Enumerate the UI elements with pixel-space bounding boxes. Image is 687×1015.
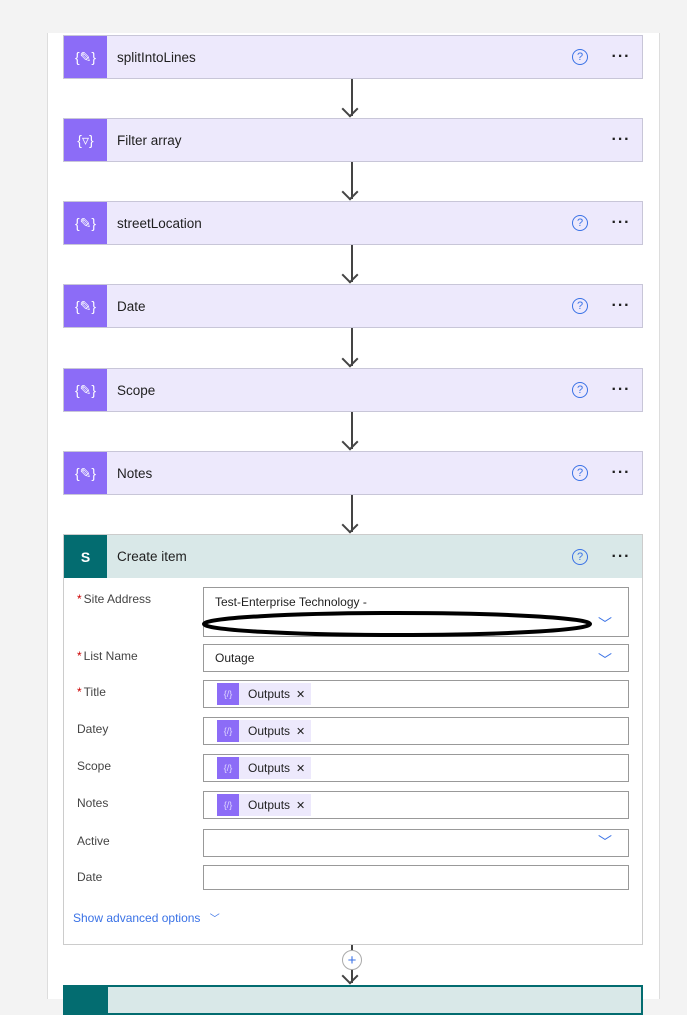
create-item-card: S Create item ? ··· * Site Address Test-E… <box>63 534 643 945</box>
compose-icon: {✎} <box>64 369 107 411</box>
create-item-header[interactable]: S Create item ? ··· <box>64 535 642 578</box>
step-card[interactable]: {✎} Scope ? ··· <box>63 368 643 412</box>
compose-icon: {✎} <box>64 452 107 494</box>
card-title: Scope <box>117 382 156 398</box>
remove-token-icon[interactable]: ✕ <box>296 688 305 701</box>
compose-icon: {✎} <box>64 202 107 244</box>
chevron-down-icon[interactable]: ﹀ <box>598 614 612 634</box>
more-options-button[interactable]: ··· <box>610 464 632 482</box>
compose-icon: {/} <box>217 757 239 779</box>
active-label: Active <box>77 834 110 848</box>
card-title: Date <box>117 298 146 314</box>
site-address-label: * Site Address <box>77 592 152 606</box>
step-card[interactable]: {✎} streetLocation ? ··· <box>63 201 643 245</box>
outputs-token[interactable]: {/} Outputs ✕ <box>217 794 312 816</box>
card-title: Filter array <box>117 132 182 148</box>
remove-token-icon[interactable]: ✕ <box>296 725 305 738</box>
compose-icon: {/} <box>217 720 239 742</box>
more-options-button[interactable]: ··· <box>610 48 632 66</box>
chevron-down-icon[interactable]: ﹀ <box>598 832 612 852</box>
date-field[interactable] <box>203 865 629 890</box>
connector-arrow <box>351 328 353 366</box>
list-name-dropdown[interactable]: Outage ﹀ <box>203 644 629 672</box>
help-icon[interactable]: ? <box>572 49 588 65</box>
more-options-button[interactable]: ··· <box>610 214 632 232</box>
chevron-down-icon[interactable]: ﹀ <box>598 647 612 673</box>
title-field[interactable]: {/} Outputs ✕ <box>203 680 629 708</box>
datey-field[interactable]: {/} Outputs ✕ <box>203 717 629 745</box>
card-title: Notes <box>117 465 153 481</box>
help-icon[interactable]: ? <box>572 548 588 565</box>
card-title: splitIntoLines <box>117 49 196 65</box>
scope-field[interactable]: {/} Outputs ✕ <box>203 754 629 782</box>
card-title: Create item <box>117 549 187 564</box>
help-icon[interactable]: ? <box>572 465 588 481</box>
compose-icon: {/} <box>217 683 239 705</box>
step-card[interactable]: {✎} Date ? ··· <box>63 284 643 328</box>
help-icon[interactable]: ? <box>572 215 588 231</box>
title-label: * Title <box>77 685 106 699</box>
site-address-dropdown[interactable]: Test-Enterprise Technology - ﹀ <box>202 587 629 637</box>
notes-field[interactable]: {/} Outputs ✕ <box>203 791 629 819</box>
compose-icon: {✎} <box>64 285 107 327</box>
remove-token-icon[interactable]: ✕ <box>296 799 305 812</box>
filter-icon: {▿} <box>64 119 107 161</box>
next-step-card[interactable] <box>63 985 643 1015</box>
connector-arrow <box>351 79 353 116</box>
insert-step-button[interactable]: + <box>342 950 362 970</box>
step-card[interactable]: {▿} Filter array ··· <box>63 118 643 162</box>
show-advanced-options-link[interactable]: Show advanced options ﹀ <box>73 910 220 925</box>
connector-arrow <box>351 495 353 532</box>
help-icon[interactable]: ? <box>572 382 588 398</box>
list-name-label: * List Name <box>77 649 138 663</box>
help-icon[interactable]: ? <box>572 298 588 314</box>
outputs-token[interactable]: {/} Outputs ✕ <box>217 720 312 742</box>
active-dropdown[interactable]: ﹀ <box>203 829 629 857</box>
compose-icon: {✎} <box>64 36 107 78</box>
scope-label: Scope <box>77 759 112 773</box>
more-options-button[interactable]: ··· <box>610 548 632 566</box>
connector-arrow <box>351 162 353 199</box>
outputs-token[interactable]: {/} Outputs ✕ <box>217 683 312 705</box>
remove-token-icon[interactable]: ✕ <box>296 762 305 775</box>
redaction-ellipse <box>202 611 592 637</box>
more-options-button[interactable]: ··· <box>610 131 632 149</box>
compose-icon: {/} <box>217 794 239 816</box>
outputs-token[interactable]: {/} Outputs ✕ <box>217 757 312 779</box>
connector-arrow <box>351 245 353 282</box>
sharepoint-icon: S <box>64 535 107 578</box>
datey-label: Datey <box>77 722 109 736</box>
notes-label: Notes <box>77 796 109 810</box>
step-card[interactable]: {✎} Notes ? ··· <box>63 451 643 495</box>
card-title: streetLocation <box>117 215 202 231</box>
more-options-button[interactable]: ··· <box>610 381 632 399</box>
more-options-button[interactable]: ··· <box>610 297 632 315</box>
date-label: Date <box>77 870 103 884</box>
connector-arrow <box>351 412 353 449</box>
step-card[interactable]: {✎} splitIntoLines ? ··· <box>63 35 643 79</box>
